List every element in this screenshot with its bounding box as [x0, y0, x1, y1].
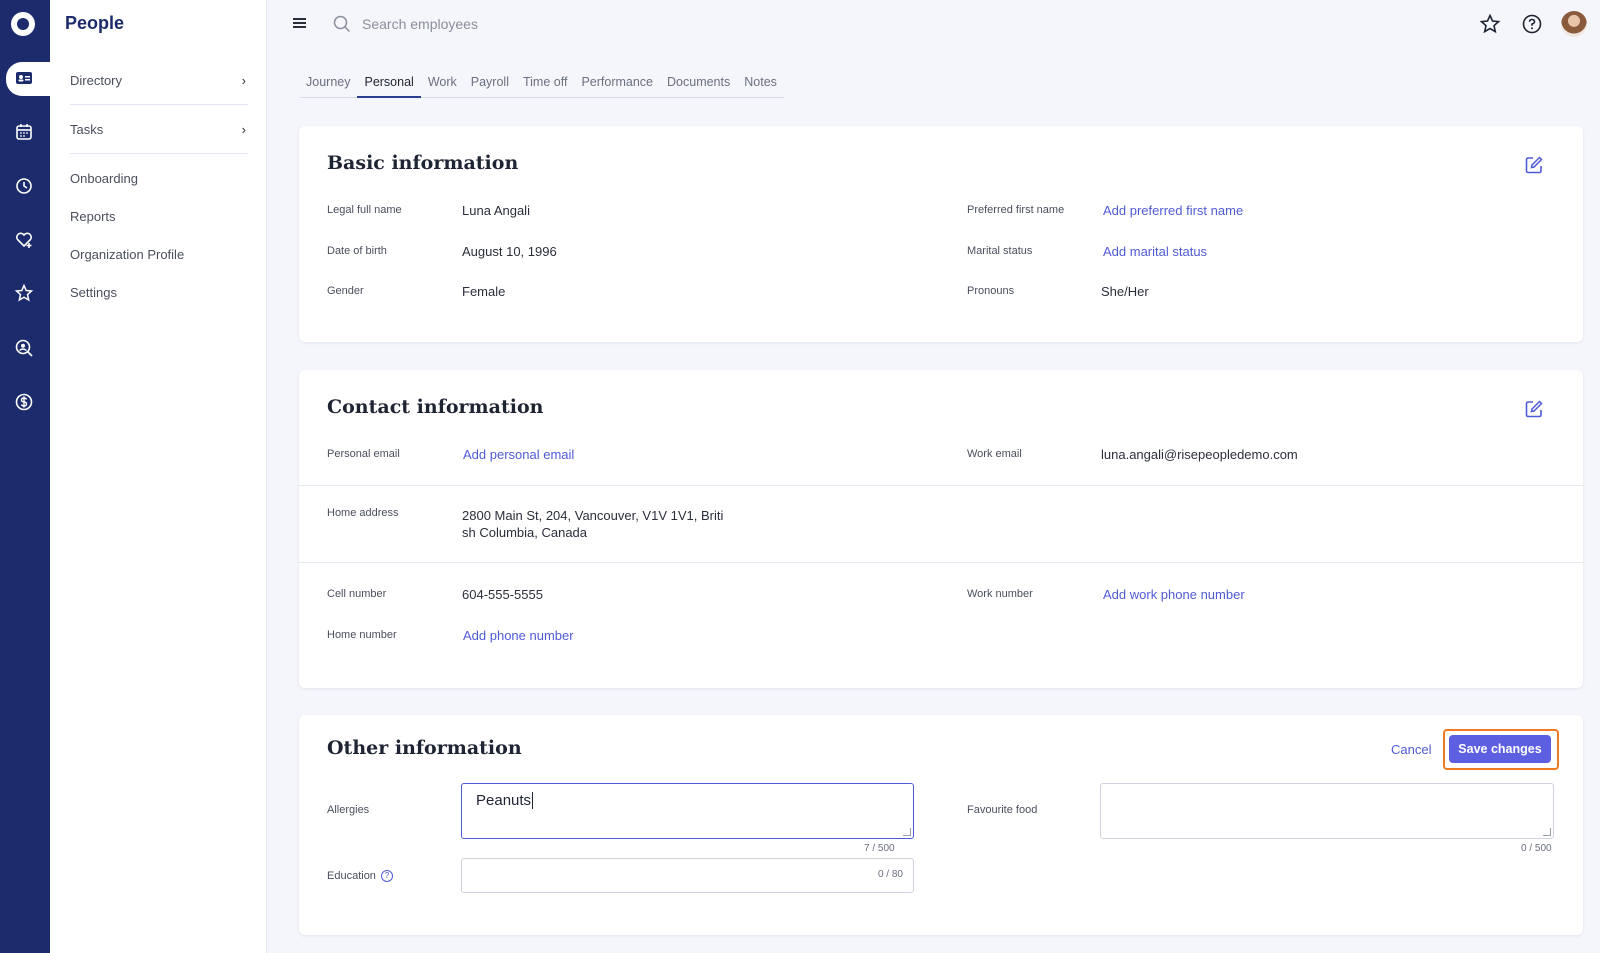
basic-information-card: Basic information Legal full name Luna A…	[299, 126, 1583, 342]
work-email-label: Work email	[967, 448, 1022, 460]
favourite-food-textarea[interactable]	[1100, 783, 1554, 839]
allergies-value: Peanuts	[476, 792, 532, 809]
allergies-counter: 7 / 500	[864, 843, 895, 854]
gender-value: Female	[462, 284, 506, 299]
dollar-icon[interactable]	[13, 391, 35, 413]
sidebar-item-label: Reports	[70, 209, 116, 224]
pronouns-value: She/Her	[1101, 284, 1149, 299]
personal-email-label: Personal email	[327, 448, 400, 460]
id-card-icon[interactable]	[13, 67, 35, 89]
search-input[interactable]	[362, 12, 662, 36]
section-divider	[299, 562, 1583, 563]
tab-time-off[interactable]: Time off	[516, 74, 574, 98]
tab-personal[interactable]: Personal	[357, 74, 421, 98]
sidebar-item-onboarding[interactable]: Onboarding	[70, 171, 248, 186]
home-address-label: Home address	[327, 507, 399, 519]
add-work-phone-link[interactable]: Add work phone number	[1103, 587, 1245, 602]
tab-documents[interactable]: Documents	[660, 74, 737, 98]
home-address-line1: 2800 Main St, 204, Vancouver, V1V 1V1, B…	[462, 508, 724, 523]
sidebar-item-label: Tasks	[70, 122, 104, 137]
hamburger-menu-icon[interactable]	[292, 16, 308, 30]
favourite-food-counter: 0 / 500	[1521, 843, 1552, 854]
tab-payroll[interactable]: Payroll	[464, 74, 516, 98]
chevron-right-icon: ›	[241, 122, 246, 137]
sidebar-divider	[70, 153, 248, 154]
sidebar-item-label: Organization Profile	[70, 247, 185, 262]
add-preferred-name-link[interactable]: Add preferred first name	[1103, 203, 1243, 218]
edit-icon[interactable]	[1524, 399, 1544, 419]
edit-icon[interactable]	[1524, 155, 1544, 175]
icon-rail	[0, 0, 52, 953]
cancel-button[interactable]: Cancel	[1391, 742, 1431, 757]
sidebar: People Directory › Tasks › Onboarding Re…	[50, 0, 267, 953]
avatar[interactable]	[1561, 11, 1587, 37]
education-counter: 0 / 80	[877, 869, 903, 880]
search-person-icon[interactable]	[13, 337, 35, 359]
add-marital-status-link[interactable]: Add marital status	[1103, 244, 1207, 259]
sidebar-divider	[70, 104, 248, 105]
dob-label: Date of birth	[327, 245, 387, 257]
favorites-star-icon[interactable]	[1479, 13, 1501, 35]
tab-performance[interactable]: Performance	[574, 74, 660, 98]
cell-number-value: 604-555-5555	[462, 587, 543, 602]
add-phone-number-link[interactable]: Add phone number	[463, 628, 574, 643]
sidebar-item-tasks[interactable]: Tasks ›	[70, 122, 248, 137]
dob-value: August 10, 1996	[462, 244, 557, 259]
sidebar-item-reports[interactable]: Reports	[70, 209, 248, 224]
heart-plus-icon[interactable]	[13, 229, 35, 251]
star-icon[interactable]	[13, 282, 35, 304]
legal-name-value: Luna Angali	[462, 203, 530, 218]
home-address-line2: sh Columbia, Canada	[462, 525, 588, 540]
sidebar-item-organization-profile[interactable]: Organization Profile	[70, 247, 248, 262]
contact-information-heading: Contact information	[327, 396, 544, 418]
sidebar-item-directory[interactable]: Directory ›	[70, 73, 248, 88]
legal-name-label: Legal full name	[327, 204, 402, 216]
save-changes-button[interactable]: Save changes	[1449, 735, 1551, 763]
tab-notes[interactable]: Notes	[737, 74, 784, 98]
basic-information-heading: Basic information	[327, 152, 519, 174]
cell-number-label: Cell number	[327, 588, 387, 600]
favourite-food-label: Favourite food	[967, 804, 1038, 816]
resize-handle-icon[interactable]	[903, 828, 911, 836]
sidebar-item-label: Directory	[70, 73, 123, 88]
allergies-label: Allergies	[327, 804, 370, 816]
other-information-card: Other information Cancel Save changes Al…	[299, 715, 1583, 935]
profile-tabs: Journey Personal Work Payroll Time off P…	[300, 74, 784, 98]
education-label: Education	[327, 870, 376, 882]
help-icon[interactable]	[1521, 13, 1543, 35]
tab-journey[interactable]: Journey	[300, 74, 357, 98]
add-personal-email-link[interactable]: Add personal email	[463, 447, 574, 462]
resize-handle-icon[interactable]	[1543, 828, 1551, 836]
marital-status-label: Marital status	[967, 245, 1033, 257]
contact-information-card: Contact information Personal email Add p…	[299, 370, 1583, 688]
section-divider	[299, 485, 1583, 486]
sidebar-item-label: Onboarding	[70, 171, 138, 186]
work-email-value: luna.angali@risepeopledemo.com	[1101, 447, 1298, 462]
gender-label: Gender	[327, 285, 364, 297]
sidebar-item-settings[interactable]: Settings	[70, 285, 248, 300]
allergies-textarea[interactable]: Peanuts	[461, 783, 914, 839]
preferred-name-label: Preferred first name	[967, 204, 1065, 216]
sidebar-title: People	[65, 13, 125, 33]
other-information-heading: Other information	[327, 737, 522, 759]
clock-icon[interactable]	[13, 175, 35, 197]
home-number-label: Home number	[327, 629, 397, 641]
work-number-label: Work number	[967, 588, 1033, 600]
search-icon	[333, 15, 351, 33]
education-help-icon[interactable]: ?	[381, 870, 393, 882]
sidebar-item-label: Settings	[70, 285, 117, 300]
calendar-icon[interactable]	[13, 121, 35, 143]
education-input[interactable]: 0 / 80	[461, 858, 914, 893]
save-button-highlight: Save changes	[1443, 729, 1559, 770]
chevron-right-icon: ›	[241, 73, 246, 88]
pronouns-label: Pronouns	[967, 285, 1015, 297]
tab-work[interactable]: Work	[421, 74, 464, 98]
app-logo-icon[interactable]	[11, 12, 35, 36]
